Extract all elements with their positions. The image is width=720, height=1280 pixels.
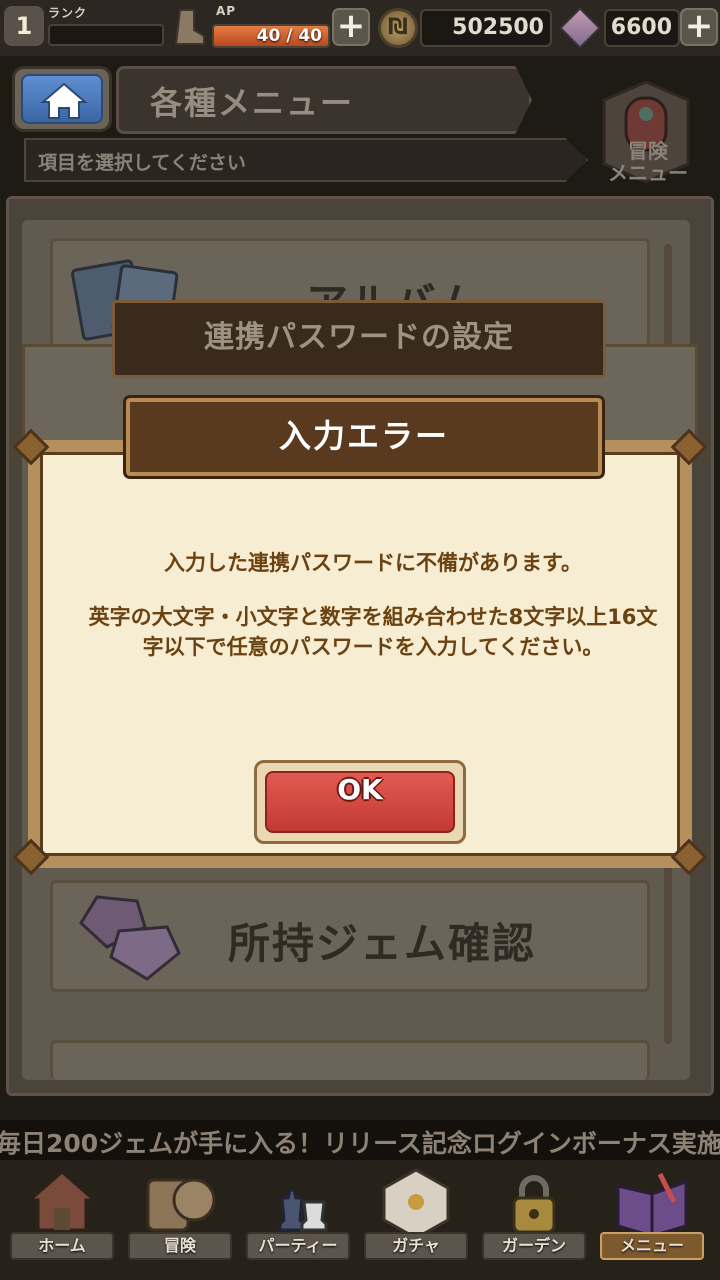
error-message-line1: 入力した連携パスワードに不備があります。 bbox=[164, 551, 582, 575]
menu-item-label: 所持ジェム確認 bbox=[228, 919, 537, 968]
coin-count: 502500 bbox=[420, 9, 552, 47]
house-icon bbox=[26, 1170, 98, 1232]
nav-label: ガチャ bbox=[392, 1236, 440, 1255]
nav-label: パーティー bbox=[258, 1236, 338, 1255]
nav-item-menu[interactable]: メニュー bbox=[596, 1166, 708, 1266]
book-icon bbox=[616, 1172, 688, 1238]
rank-label: ランク bbox=[48, 6, 88, 20]
ok-button[interactable]: OK bbox=[254, 760, 466, 844]
adventure-menu-label: 冒険 メニュー bbox=[608, 139, 688, 185]
password-settings-title: 連携パスワードの設定 bbox=[204, 320, 514, 355]
ok-button-label: OK bbox=[337, 773, 383, 806]
gem-icon bbox=[559, 7, 601, 49]
rank-level: 1 bbox=[4, 6, 44, 46]
ap-label: AP bbox=[216, 4, 237, 18]
ap-bar: 40 / 40 bbox=[212, 24, 330, 48]
add-gem-button[interactable]: + bbox=[680, 8, 718, 46]
status-bar: 1 ランク AP 40 / 40 + ₪ 502500 6600 + bbox=[0, 0, 720, 56]
nav-item-home[interactable]: ホーム bbox=[6, 1166, 118, 1266]
dice-icon bbox=[382, 1168, 450, 1240]
nav-item-party[interactable]: パーティー bbox=[242, 1166, 354, 1266]
coin-icon: ₪ bbox=[378, 8, 418, 48]
lock-icon bbox=[512, 1175, 556, 1234]
gems-icon bbox=[79, 895, 181, 981]
news-ticker[interactable]: 毎日200ジェムが手に入る！リリース記念ログインボーナス実施 bbox=[0, 1120, 720, 1160]
gem-count: 6600 bbox=[604, 9, 680, 47]
add-ap-button[interactable]: + bbox=[332, 8, 370, 46]
menu-item-partial[interactable] bbox=[50, 1040, 650, 1080]
nav-label: メニュー bbox=[619, 1236, 684, 1255]
home-button[interactable] bbox=[12, 66, 112, 132]
error-dialog-title: 入力エラー bbox=[278, 417, 449, 455]
page-subtitle: 項目を選択してください bbox=[38, 152, 246, 174]
house-icon bbox=[40, 82, 88, 119]
compass-icon bbox=[146, 1178, 216, 1232]
nav-label: 冒険 bbox=[163, 1236, 196, 1255]
nav-label: ガーデン bbox=[501, 1236, 566, 1255]
chess-pieces-icon bbox=[278, 1188, 328, 1232]
ap-value: 40 / 40 bbox=[256, 26, 322, 46]
rank-exp-bar bbox=[48, 24, 164, 46]
news-ticker-text: 毎日200ジェムが手に入る！リリース記念ログインボーナス実施 bbox=[0, 1129, 720, 1158]
boot-icon bbox=[174, 9, 205, 45]
nav-item-adventure[interactable]: 冒険 bbox=[124, 1166, 236, 1266]
nav-item-garden[interactable]: ガーデン bbox=[478, 1166, 590, 1266]
error-message-line2: 英字の大文字・小文字と数字を組み合わせた8文字以上16文字以下で任意のパスワード… bbox=[88, 605, 658, 659]
nav-item-gacha[interactable]: ガチャ bbox=[360, 1166, 472, 1266]
nav-label: ホーム bbox=[38, 1236, 86, 1255]
page-title: 各種メニュー bbox=[150, 84, 355, 122]
